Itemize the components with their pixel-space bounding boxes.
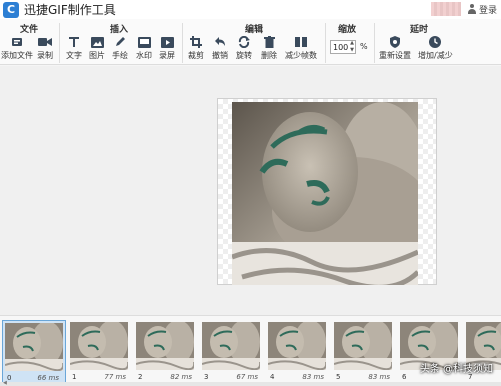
- text-icon: [68, 35, 80, 49]
- handdraw-button[interactable]: 手绘: [112, 35, 128, 61]
- frame-index: 5: [336, 373, 341, 381]
- spin-down-icon[interactable]: ▼: [350, 47, 354, 54]
- frame-delay: 82 ms: [170, 373, 192, 381]
- frame-thumbnail[interactable]: 4 83 ms: [266, 320, 330, 383]
- frame-delay: 83 ms: [302, 373, 324, 381]
- text-button[interactable]: 文字: [66, 35, 82, 61]
- frame-thumbnail[interactable]: 0 66 ms: [2, 320, 66, 383]
- image-icon: [90, 35, 104, 49]
- increase-decrease-label: 增加/减少: [418, 51, 453, 60]
- group-file-label: 文件: [20, 25, 39, 35]
- gif-preview-image[interactable]: [232, 102, 418, 285]
- pencil-icon: [114, 35, 126, 49]
- crop-label: 裁剪: [188, 51, 204, 60]
- reset-label: 重新设置: [379, 51, 411, 60]
- frame-index: 4: [270, 373, 275, 381]
- watermark-label: 水印: [136, 51, 152, 60]
- frame-delay: 83 ms: [368, 373, 390, 381]
- frame-thumbnail-image: [70, 322, 128, 370]
- frame-index: 3: [204, 373, 209, 381]
- user-icon: [467, 4, 477, 14]
- skin-swatch[interactable]: [430, 2, 461, 16]
- group-delay-label: 延时: [410, 25, 429, 35]
- frames-icon: [295, 35, 307, 49]
- group-insert-label: 插入: [110, 25, 129, 35]
- separator: [182, 23, 183, 63]
- text-label: 文字: [66, 51, 82, 60]
- scroll-left-icon[interactable]: ◀: [3, 380, 7, 386]
- frame-thumbnail-image: [5, 323, 63, 371]
- record-button[interactable]: 录制: [37, 35, 53, 61]
- zoom-spinner[interactable]: ▲ ▼: [348, 40, 356, 54]
- record-screen-button[interactable]: 录屏: [159, 35, 175, 61]
- frame-delay: 66 ms: [37, 374, 59, 382]
- frame-index: 1: [72, 373, 77, 381]
- preview-canvas: [217, 98, 437, 285]
- trash-icon: [263, 35, 275, 49]
- image-button[interactable]: 图片: [89, 35, 105, 61]
- reduce-frames-label: 减少帧数: [285, 51, 317, 60]
- camera-icon: [38, 35, 52, 49]
- add-file-button[interactable]: 添加文件: [1, 35, 33, 61]
- screen-record-icon: [160, 35, 174, 49]
- zoom-unit: %: [360, 42, 368, 51]
- frame-thumbnail-image: [268, 322, 326, 370]
- handdraw-label: 手绘: [112, 51, 128, 60]
- app-window: C 迅捷GIF制作工具 登录 文件 插入 编辑 缩放 延时 添加文件 录制 文字…: [0, 0, 501, 386]
- undo-button[interactable]: 撤销: [212, 35, 228, 61]
- undo-label: 撤销: [212, 51, 228, 60]
- spin-up-icon[interactable]: ▲: [350, 40, 354, 47]
- frame-index: 2: [138, 373, 143, 381]
- frame-delay: 67 ms: [236, 373, 258, 381]
- crop-icon: [190, 35, 202, 49]
- title-bar: C 迅捷GIF制作工具 登录: [0, 0, 501, 19]
- reset-delay-button[interactable]: 重新设置: [379, 35, 411, 61]
- watermark-button[interactable]: 水印: [136, 35, 152, 61]
- separator: [59, 23, 60, 63]
- frame-index: 6: [402, 373, 407, 381]
- app-logo: C: [3, 1, 19, 18]
- watermark-icon: [137, 35, 151, 49]
- group-edit-label: 编辑: [245, 25, 264, 35]
- login-label: 登录: [478, 5, 497, 16]
- app-title: 迅捷GIF制作工具: [24, 3, 116, 17]
- crop-button[interactable]: 裁剪: [188, 35, 204, 61]
- add-file-label: 添加文件: [1, 51, 33, 60]
- clock-icon: [429, 35, 442, 49]
- reduce-frames-button[interactable]: 减少帧数: [285, 35, 317, 61]
- frame-thumbnail[interactable]: 2 82 ms: [134, 320, 198, 383]
- title-right: 登录: [430, 2, 497, 16]
- group-zoom-label: 缩放: [338, 25, 357, 35]
- frame-thumbnail[interactable]: 1 77 ms: [68, 320, 132, 383]
- watermark-overlay: 头条 @科技须知: [419, 364, 493, 375]
- rotate-icon: [238, 35, 250, 49]
- frame-index: 0: [7, 374, 12, 382]
- delete-label: 删除: [261, 51, 277, 60]
- separator: [374, 23, 375, 63]
- frame-thumbnail-image: [334, 322, 392, 370]
- horizontal-scrollbar[interactable]: [0, 382, 501, 386]
- rotate-label: 旋转: [236, 51, 252, 60]
- ribbon-toolbar: 文件 插入 编辑 缩放 延时 添加文件 录制 文字 图片 手绘 水印 录屏 裁剪…: [0, 19, 501, 65]
- delete-button[interactable]: 删除: [261, 35, 277, 61]
- frame-thumbnail[interactable]: 3 67 ms: [200, 320, 264, 383]
- canvas-area: [0, 66, 501, 315]
- undo-icon: [214, 35, 226, 49]
- login-button[interactable]: 登录: [467, 3, 497, 16]
- frame-thumbnail-image: [136, 322, 194, 370]
- frame-thumbnail-image: [202, 322, 260, 370]
- rotate-button[interactable]: 旋转: [236, 35, 252, 61]
- record-label: 录制: [37, 51, 53, 60]
- adjust-delay-button[interactable]: 增加/减少: [418, 35, 453, 61]
- add-file-icon: [11, 35, 23, 49]
- image-label: 图片: [89, 51, 105, 60]
- separator: [325, 23, 326, 63]
- frame-thumbnail[interactable]: 5 83 ms: [332, 320, 396, 383]
- shield-gear-icon: [389, 35, 401, 49]
- record-screen-label: 录屏: [159, 51, 175, 60]
- frame-delay: 77 ms: [104, 373, 126, 381]
